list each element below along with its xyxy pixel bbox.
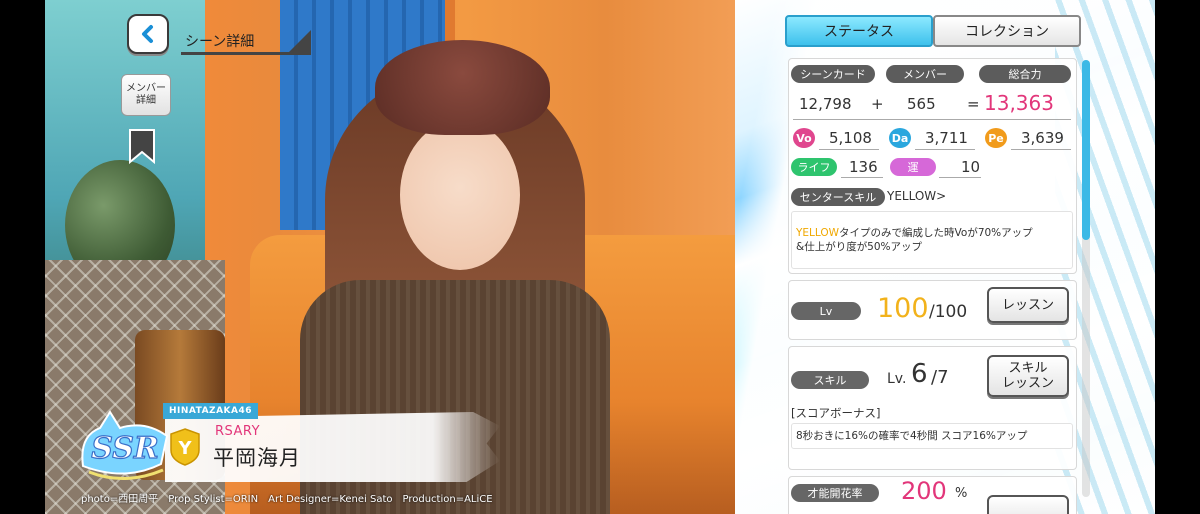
luck-label: 運 [890, 158, 936, 176]
skill-lesson-line1: スキル [1008, 361, 1048, 376]
vo-value: 5,108 [829, 129, 872, 147]
bookmark-button[interactable] [127, 128, 157, 165]
scrollbar-thumb[interactable] [1082, 60, 1090, 240]
life-underline [841, 177, 883, 178]
skill-description-box: 8秒おきに16%の確率で4秒間 スコア16%アップ [791, 423, 1073, 449]
member-detail-label: メンバー詳細 [126, 83, 166, 106]
skill-lv-prefix: Lv. [887, 371, 907, 387]
pe-underline [1011, 149, 1071, 150]
divider [793, 119, 1071, 120]
skill-description: 8秒おきに16%の確率で4秒間 スコア16%アップ [796, 430, 1028, 442]
da-chip: Da [889, 128, 911, 148]
total-power-label: 総合力 [979, 65, 1071, 83]
bloom-label: 才能開花率 [791, 484, 879, 502]
skill-label: スキル [791, 371, 869, 389]
member-name: 平岡海月 [213, 446, 301, 470]
equals-sign: = [967, 95, 980, 113]
skill-lesson-button[interactable]: スキル レッスン [987, 355, 1069, 397]
bloom-button[interactable] [987, 495, 1069, 514]
card-title: RSARY [215, 424, 261, 439]
chevron-left-icon [142, 25, 153, 43]
tab-collection[interactable]: コレクション [933, 15, 1081, 47]
total-power-value: 13,363 [984, 91, 1054, 115]
type-badge-letter: Y [177, 438, 192, 459]
member-face [400, 120, 520, 270]
skill-type: [スコアボーナス] [791, 406, 881, 420]
group-tag: HINATAZAKA46 [163, 403, 258, 419]
center-skill-desc-line1: タイプのみで編成した時Voが70%アップ [839, 227, 1033, 239]
life-value: 136 [849, 158, 878, 176]
luck-underline [939, 177, 981, 178]
game-screen: シーン詳細 メンバー詳細 HINATAZAKA46 SSR Y RSARY 平岡… [45, 0, 1155, 514]
scene-card-label: シーンカード [791, 65, 875, 83]
luck-value: 10 [961, 158, 981, 176]
tab-status[interactable]: ステータス [785, 15, 933, 47]
rarity-text: SSR [91, 431, 159, 466]
skill-level-current: 6 [911, 359, 928, 389]
skill-level-max: /7 [931, 367, 949, 388]
title-triangle-decoration [289, 30, 311, 52]
member-detail-button[interactable]: メンバー詳細 [121, 74, 171, 116]
center-skill-type-highlight: YELLOW [796, 227, 840, 239]
level-max: /100 [929, 302, 968, 322]
bookmark-icon [129, 129, 155, 165]
center-skill-label: センタースキル [791, 188, 885, 206]
stats-panel: シーンカード メンバー 総合力 12,798 + 565 = 13,363 Vo… [788, 58, 1077, 274]
ssr-rarity-icon: SSR [81, 410, 169, 481]
vo-underline [819, 149, 879, 150]
pe-chip: Pe [985, 128, 1007, 148]
center-skill-description: YELLOWタイプのみで編成した時Voが70%アップ &仕上がり度が50%アップ [791, 211, 1073, 269]
photo-credits: photo=西田周平 Prop Stylist=ORIN Art Designe… [81, 494, 493, 505]
yellow-type-badge: Y [170, 428, 200, 466]
skill-panel: スキル Lv. 6 /7 スキル レッスン [スコアボーナス] 8秒おきに16%… [788, 346, 1077, 470]
level-panel: Lv 100 /100 レッスン [788, 280, 1077, 340]
member-value: 565 [907, 95, 936, 113]
lesson-button[interactable]: レッスン [987, 287, 1069, 323]
level-current: 100 [877, 293, 929, 324]
member-beret [375, 40, 550, 135]
center-skill-desc-line2: &仕上がり度が50%アップ [796, 241, 923, 253]
member-label: メンバー [886, 65, 964, 83]
bloom-unit: % [955, 486, 968, 501]
status-scrollbar[interactable] [1082, 60, 1090, 497]
life-label: ライフ [791, 158, 837, 176]
scene-title-text: シーン詳細 [185, 34, 255, 50]
da-value: 3,711 [925, 129, 968, 147]
da-underline [915, 149, 975, 150]
scene-title: シーン詳細 [181, 28, 311, 55]
pe-value: 3,639 [1021, 129, 1064, 147]
plus-sign: + [871, 95, 884, 113]
bloom-value: 200 [901, 477, 947, 505]
bloom-panel: 才能開花率 200 % [788, 476, 1077, 514]
skill-lesson-line2: レッスン [1001, 376, 1054, 391]
back-button[interactable] [127, 14, 169, 54]
vo-chip: Vo [793, 128, 815, 148]
scene-card-value: 12,798 [799, 95, 852, 113]
level-label: Lv [791, 302, 861, 320]
center-skill-name: YELLOW> [887, 189, 947, 203]
